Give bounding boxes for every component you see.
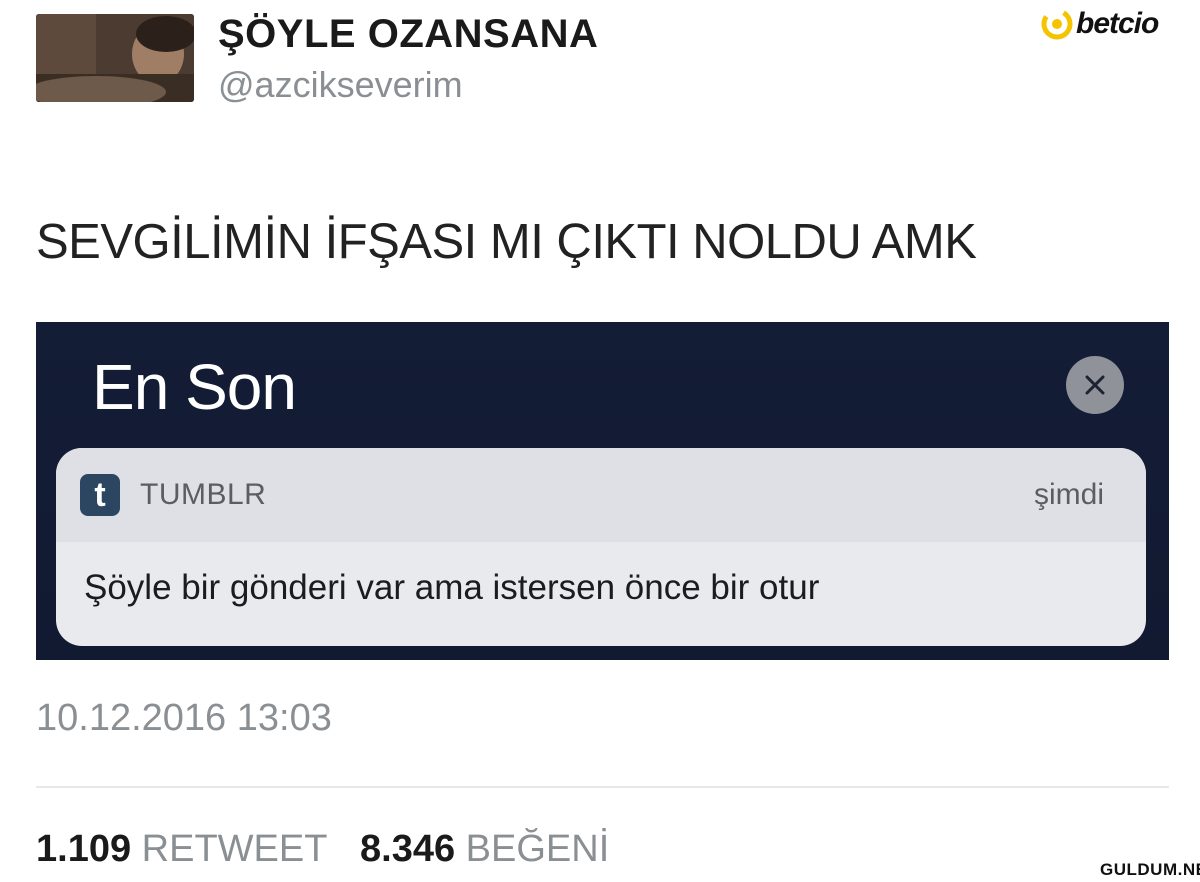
- notification-screenshot: En Son t TUMBLR şimdi Şöyle bir gönderi …: [36, 322, 1169, 660]
- brand-logo-text: betcio: [1076, 7, 1159, 40]
- like-label[interactable]: BEĞENİ: [466, 828, 610, 870]
- like-count[interactable]: 8.346: [360, 828, 455, 870]
- tweet-text: SEVGİLİMİN İFŞASI MI ÇIKTI NOLDU AMK: [36, 215, 977, 269]
- tumblr-icon: t: [80, 474, 120, 516]
- notification-card[interactable]: t TUMBLR şimdi Şöyle bir gönderi var ama…: [56, 448, 1146, 646]
- avatar-photo: [36, 14, 194, 102]
- retweet-label[interactable]: RETWEET: [142, 828, 328, 870]
- notification-time: şimdi: [1033, 478, 1104, 511]
- betcio-logo-icon: [1041, 8, 1073, 40]
- panel-title: En Son: [92, 351, 297, 423]
- notification-app-name: TUMBLR: [140, 478, 267, 511]
- close-icon: [1085, 375, 1105, 395]
- close-button[interactable]: [1066, 356, 1124, 414]
- tweet-stats: 1.109 RETWEET 8.346 BEĞENİ: [36, 828, 631, 871]
- tweet-timestamp[interactable]: 10.12.2016 13:03: [36, 697, 332, 740]
- user-handle[interactable]: @azcikseverim: [218, 64, 463, 106]
- watermark: GULDUM.NET: [1100, 860, 1200, 879]
- retweet-count[interactable]: 1.109: [36, 828, 131, 870]
- divider: [36, 786, 1169, 788]
- brand-logo: betcio: [1040, 6, 1159, 42]
- profile-avatar[interactable]: [36, 14, 194, 102]
- notification-message: Şöyle bir gönderi var ama istersen önce …: [84, 568, 820, 607]
- display-name[interactable]: ŞÖYLE OZANSANA: [218, 12, 598, 57]
- notification-header: t TUMBLR şimdi: [56, 448, 1146, 542]
